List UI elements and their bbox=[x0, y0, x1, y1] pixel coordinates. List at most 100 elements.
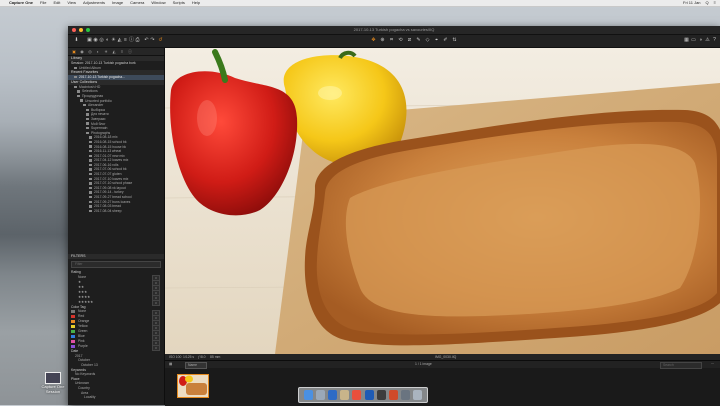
filters-header[interactable]: FILTERS bbox=[68, 254, 164, 259]
folder-label: 2016-08-15 house bk bbox=[94, 144, 127, 149]
adjustments-tab-icon[interactable]: ≡ bbox=[123, 38, 128, 43]
chrome-icon[interactable] bbox=[352, 390, 362, 400]
color-tab-icon[interactable]: ◐ bbox=[105, 38, 110, 43]
system-preferences-icon[interactable] bbox=[401, 390, 411, 400]
filter-search-input[interactable]: Filter bbox=[71, 261, 161, 268]
window-titlebar[interactable]: 2017-10-13 Turkish pogacha vs savouries/… bbox=[68, 26, 720, 35]
folder-label: 2017-07-10 school phase bbox=[94, 181, 133, 186]
folder-icon bbox=[86, 117, 89, 121]
folder-icon bbox=[86, 122, 89, 125]
mail-icon[interactable] bbox=[340, 390, 350, 400]
menu-adjustments[interactable]: Adjustments bbox=[83, 0, 105, 6]
folder-icon bbox=[89, 182, 92, 185]
menu-app-name[interactable]: Capture One bbox=[9, 0, 33, 6]
capture-one-icon[interactable] bbox=[388, 390, 398, 400]
copy-adjustments-icon[interactable]: ⇅ bbox=[452, 38, 457, 43]
keystone-tool-icon[interactable]: ⧄ bbox=[407, 38, 412, 43]
zoom-tool-icon[interactable]: ⊕ bbox=[380, 38, 385, 43]
help-icon[interactable]: ? bbox=[712, 38, 717, 43]
color-tool-tab-icon[interactable]: ◐ bbox=[95, 49, 101, 54]
lens-tab-icon[interactable]: ◎ bbox=[99, 38, 104, 43]
folder-tree: Macintosh HD Selections Процедурная Unsorte… bbox=[68, 85, 164, 214]
rating-label: ★★★★★ bbox=[78, 299, 94, 304]
eraser-tool-icon[interactable]: ◇ bbox=[425, 38, 430, 43]
trash-icon[interactable] bbox=[413, 390, 423, 400]
exposure-warning-icon[interactable]: ⚠ bbox=[705, 38, 710, 43]
folder-icon bbox=[89, 209, 92, 213]
folder-icon bbox=[74, 85, 77, 89]
favorite-item[interactable]: 2017-10-13 Turkish pogacha... bbox=[68, 75, 164, 80]
launchpad-icon[interactable] bbox=[315, 390, 325, 400]
lightroom-icon[interactable] bbox=[376, 390, 386, 400]
menu-edit[interactable]: Edit bbox=[53, 0, 60, 6]
folder-label: Supermain bbox=[91, 126, 108, 131]
lens-tool-tab-icon[interactable]: ◎ bbox=[87, 49, 93, 54]
metadata-tab-icon[interactable]: ⓘ bbox=[129, 38, 134, 43]
folder-icon bbox=[74, 76, 77, 79]
adjust-tool-tab-icon[interactable]: ≡ bbox=[119, 49, 125, 54]
details-tab-icon[interactable]: ◭ bbox=[117, 38, 122, 43]
capture-tool-tab-icon[interactable]: ◉ bbox=[79, 49, 85, 54]
browser-view-icon[interactable]: ▦ bbox=[169, 361, 172, 368]
library-tool-tab-icon[interactable]: ▣ bbox=[71, 49, 77, 54]
finder-icon[interactable] bbox=[303, 390, 313, 400]
notification-center-icon[interactable]: ≡ bbox=[714, 0, 716, 6]
menubar-clock[interactable]: Fri 11 Jan bbox=[683, 0, 701, 6]
exposure-tool-tab-icon[interactable]: ☀ bbox=[103, 49, 109, 54]
menu-scripts[interactable]: Scripts bbox=[173, 0, 185, 6]
import-icon[interactable]: ⬇ bbox=[74, 38, 79, 43]
rotate-tool-icon[interactable]: ⟲ bbox=[398, 38, 403, 43]
folder-icon bbox=[89, 177, 92, 180]
folder-label: 2017-08-03 bread bbox=[94, 204, 121, 209]
undo-icon[interactable]: ↶ bbox=[144, 38, 149, 43]
image-thumbnail[interactable] bbox=[177, 374, 209, 398]
meta-tool-tab-icon[interactable]: ⓘ bbox=[127, 49, 133, 54]
session-album[interactable]: Untitled Album bbox=[68, 66, 164, 71]
brush-tool-icon[interactable]: ✎ bbox=[416, 38, 421, 43]
viewer-toggle-icon[interactable]: ▭ bbox=[691, 38, 696, 43]
browser-search-input[interactable]: Search bbox=[660, 362, 702, 369]
library-tab-icon[interactable]: ▣ bbox=[87, 38, 92, 43]
pan-tool-icon[interactable]: ✥ bbox=[371, 38, 376, 43]
redo-icon[interactable]: ↷ bbox=[150, 38, 155, 43]
color-tag-label: Green bbox=[78, 329, 88, 334]
reset-icon[interactable]: ↺ bbox=[158, 38, 163, 43]
spotlight-icon[interactable]: Q bbox=[706, 0, 709, 6]
browser-options-icon[interactable]: ⋯ bbox=[711, 361, 714, 368]
folder-label: 2017-07-06 school bk bbox=[94, 167, 127, 172]
desktop-session-icon[interactable]: Capture One Session bbox=[40, 372, 66, 394]
place-locality[interactable]: Locality bbox=[68, 395, 164, 400]
photoshop-icon[interactable] bbox=[364, 390, 374, 400]
color-swatch-icon bbox=[71, 330, 75, 334]
browser-strip: ▦ Name 1 / 1 image Search ⋯ bbox=[165, 360, 720, 406]
picker-tool-icon[interactable]: ⌖ bbox=[434, 38, 439, 43]
menu-camera[interactable]: Camera bbox=[130, 0, 144, 6]
folder-tree-item[interactable]: 2017-08-04 sheep bbox=[68, 209, 164, 214]
output-tab-icon[interactable]: ⎙ bbox=[135, 38, 140, 43]
exposure-tab-icon[interactable]: ☀ bbox=[111, 38, 116, 43]
sort-select[interactable]: Name bbox=[185, 362, 207, 369]
image-viewer[interactable] bbox=[165, 48, 720, 354]
safari-icon[interactable] bbox=[327, 390, 337, 400]
color-tag-label: Blue bbox=[78, 334, 85, 339]
capture-tab-icon[interactable]: ◉ bbox=[93, 38, 98, 43]
image-count: 1 / 1 image bbox=[415, 362, 432, 366]
dock bbox=[298, 387, 428, 403]
menu-help[interactable]: Help bbox=[192, 0, 200, 6]
grid-view-icon[interactable]: ▦ bbox=[684, 38, 689, 43]
folder-icon bbox=[86, 127, 89, 130]
menu-image[interactable]: Image bbox=[112, 0, 123, 6]
folder-icon bbox=[89, 154, 92, 157]
folder-label: Выборка bbox=[91, 107, 105, 112]
folder-icon bbox=[89, 159, 92, 162]
menu-file[interactable]: File bbox=[40, 0, 46, 6]
menu-view[interactable]: View bbox=[67, 0, 76, 6]
folder-icon bbox=[86, 131, 89, 135]
menu-window[interactable]: Window bbox=[151, 0, 165, 6]
proof-icon[interactable]: ◑ bbox=[698, 38, 703, 43]
folder-label: 2017-01-07 new mix bbox=[94, 153, 125, 158]
folder-icon bbox=[89, 163, 92, 167]
crop-tool-icon[interactable]: ⌗ bbox=[389, 38, 394, 43]
annotate-tool-icon[interactable]: ✐ bbox=[443, 38, 448, 43]
details-tool-tab-icon[interactable]: ◭ bbox=[111, 49, 117, 54]
